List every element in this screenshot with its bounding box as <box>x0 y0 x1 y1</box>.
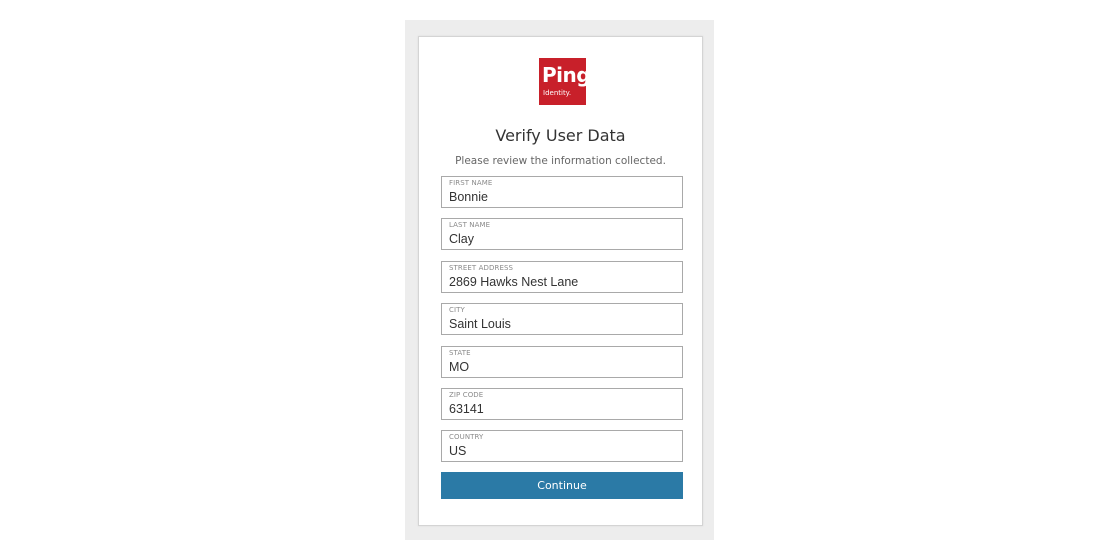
country-input[interactable] <box>449 443 675 459</box>
ping-identity-logo: Ping Identity. <box>539 58 591 105</box>
last-name-input[interactable] <box>449 231 675 247</box>
zip-code-label: ZIP CODE <box>449 391 484 399</box>
zip-code-field[interactable]: ZIP CODE <box>441 388 683 420</box>
country-label: COUNTRY <box>449 433 484 441</box>
verify-card: Ping Identity. Verify User Data Please r… <box>418 36 703 526</box>
state-input[interactable] <box>449 359 675 375</box>
continue-button[interactable]: Continue <box>441 472 683 499</box>
logo-subtext: Identity. <box>543 89 572 97</box>
last-name-field[interactable]: LAST NAME <box>441 218 683 250</box>
page-title: Verify User Data <box>495 126 626 145</box>
street-address-input[interactable] <box>449 274 675 290</box>
first-name-label: FIRST NAME <box>449 179 493 187</box>
page-subtitle: Please review the information collected. <box>455 155 666 167</box>
city-label: CITY <box>449 306 465 314</box>
state-label: STATE <box>449 349 471 357</box>
first-name-field[interactable]: FIRST NAME <box>441 176 683 208</box>
logo-word: Ping <box>542 63 591 87</box>
last-name-label: LAST NAME <box>449 221 491 229</box>
country-field[interactable]: COUNTRY <box>441 430 683 462</box>
first-name-input[interactable] <box>449 189 675 205</box>
city-input[interactable] <box>449 316 675 332</box>
page-background: Ping Identity. Verify User Data Please r… <box>405 20 714 540</box>
street-address-field[interactable]: STREET ADDRESS <box>441 261 683 293</box>
city-field[interactable]: CITY <box>441 303 683 335</box>
state-field[interactable]: STATE <box>441 346 683 378</box>
street-address-label: STREET ADDRESS <box>449 264 514 272</box>
zip-code-input[interactable] <box>449 401 675 417</box>
